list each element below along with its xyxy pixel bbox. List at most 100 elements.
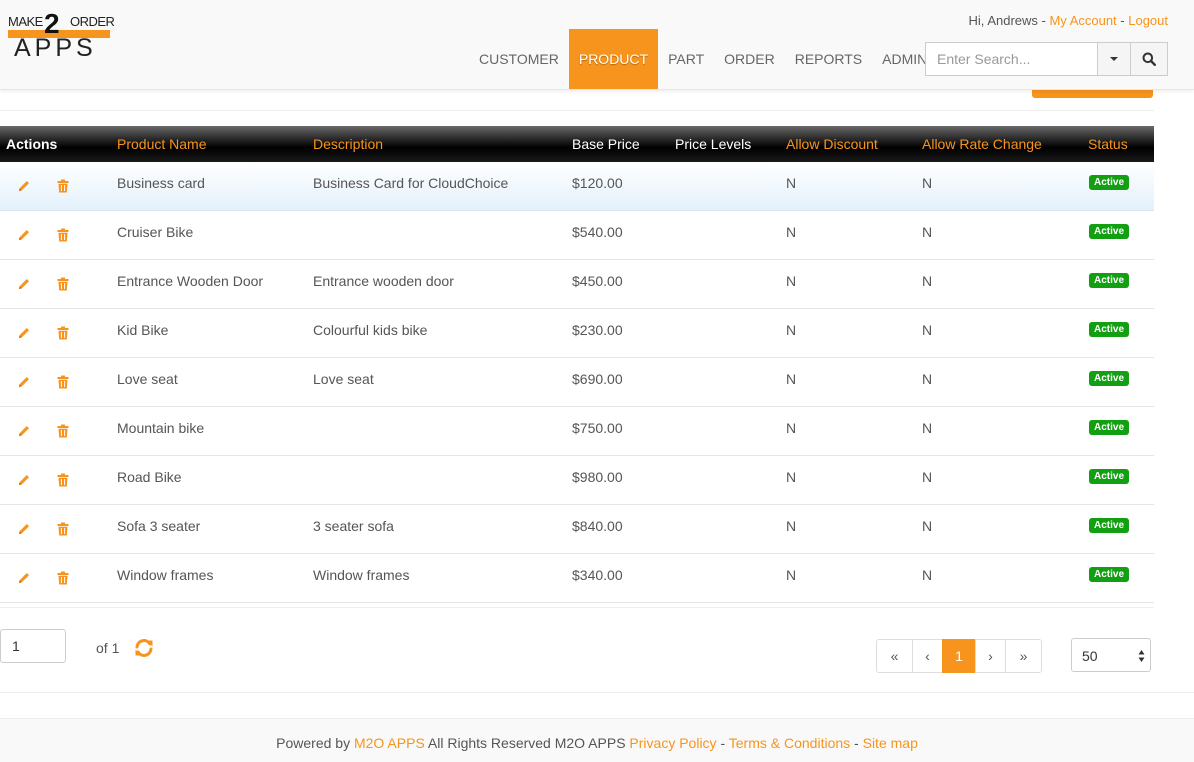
status-badge: Active <box>1089 567 1130 582</box>
trash-icon[interactable] <box>57 571 69 585</box>
first-page-button[interactable]: « <box>876 639 913 673</box>
column-header-price-levels: Price Levels <box>675 136 752 152</box>
base-price-cell: $690.00 <box>572 371 623 387</box>
status-badge: Active <box>1089 518 1130 533</box>
allow-rate-change-cell: N <box>922 224 933 240</box>
separator: - <box>1116 13 1129 28</box>
table-row: Kid Bike Colourful kids bike $230.00 N N… <box>0 309 1154 358</box>
description-cell: Entrance wooden door <box>313 273 454 289</box>
status-badge: Active <box>1089 175 1130 190</box>
trash-icon[interactable] <box>57 424 69 438</box>
pencil-icon[interactable] <box>17 277 31 291</box>
divider <box>0 692 1194 693</box>
footer-brand-link[interactable]: M2O APPS <box>354 735 425 751</box>
logout-link[interactable]: Logout <box>1128 13 1168 28</box>
search-group <box>925 42 1168 76</box>
nav-item-order[interactable]: ORDER <box>714 29 785 89</box>
prev-page-button[interactable]: ‹ <box>912 639 943 673</box>
product-name-cell: Mountain bike <box>117 420 205 436</box>
allow-rate-change-cell: N <box>922 322 933 338</box>
search-button[interactable] <box>1130 43 1167 75</box>
page-number-input[interactable] <box>0 629 66 663</box>
allow-discount-cell: N <box>786 273 797 289</box>
status-badge: Active <box>1089 273 1130 288</box>
base-price-cell: $980.00 <box>572 469 623 485</box>
description-cell: Colourful kids bike <box>313 322 428 338</box>
description-cell: Love seat <box>313 371 374 387</box>
pencil-icon[interactable] <box>17 522 31 536</box>
pencil-icon[interactable] <box>17 571 31 585</box>
nav-item-customer[interactable]: CUSTOMER <box>469 29 569 89</box>
last-page-button[interactable]: » <box>1005 639 1042 673</box>
column-header-product-name[interactable]: Product Name <box>117 126 206 162</box>
next-page-button[interactable]: › <box>975 639 1006 673</box>
search-filter-dropdown[interactable] <box>1097 43 1130 75</box>
trash-icon[interactable] <box>57 522 69 536</box>
trash-icon[interactable] <box>57 473 69 487</box>
status-badge: Active <box>1089 469 1130 484</box>
allow-discount-cell: N <box>786 322 797 338</box>
nav-item-product[interactable]: PRODUCT <box>568 29 659 89</box>
trash-icon[interactable] <box>57 326 69 340</box>
trash-icon[interactable] <box>57 228 69 242</box>
divider <box>0 110 1154 111</box>
trash-icon[interactable] <box>57 375 69 389</box>
column-header-status[interactable]: Status <box>1088 126 1128 162</box>
search-input[interactable] <box>926 43 1097 75</box>
description-cell: 3 seater sofa <box>313 518 394 534</box>
table-header: Actions Product Name Description Base Pr… <box>0 126 1154 162</box>
base-price-cell: $750.00 <box>572 420 623 436</box>
page-footer: Powered by M2O APPS All Rights Reserved … <box>0 718 1194 762</box>
product-name-cell: Cruiser Bike <box>117 224 194 240</box>
allow-rate-change-cell: N <box>922 273 933 289</box>
nav-item-reports[interactable]: REPORTS <box>785 29 872 89</box>
product-name-cell: Kid Bike <box>117 322 169 338</box>
logo-make-text: MAKE <box>8 14 43 29</box>
pencil-icon[interactable] <box>17 375 31 389</box>
page-size-value: 50 <box>1082 648 1098 664</box>
pencil-icon[interactable] <box>17 424 31 438</box>
main-nav: CUSTOMER PRODUCT PART ORDER REPORTS ADMI… <box>469 29 937 89</box>
column-header-actions: Actions <box>6 136 58 152</box>
separator: - <box>716 735 729 751</box>
pencil-icon[interactable] <box>17 179 31 193</box>
base-price-cell: $450.00 <box>572 273 623 289</box>
sitemap-link[interactable]: Site map <box>863 735 918 751</box>
page-size-select[interactable]: 50 <box>1071 638 1151 672</box>
terms-link[interactable]: Terms & Conditions <box>729 735 850 751</box>
base-price-cell: $340.00 <box>572 567 623 583</box>
allow-rate-change-cell: N <box>922 469 933 485</box>
nav-item-part[interactable]: PART <box>658 29 714 89</box>
app-header: MAKE 2 ORDER APPS Hi, Andrews - My Accou… <box>0 0 1194 90</box>
trash-icon[interactable] <box>57 179 69 193</box>
page-count-text: of 1 <box>96 640 120 656</box>
my-account-link[interactable]: My Account <box>1049 13 1116 28</box>
pagination: « ‹ 1 › » <box>876 639 1042 673</box>
page-button-current[interactable]: 1 <box>942 639 976 673</box>
column-header-allow-discount[interactable]: Allow Discount <box>786 126 878 162</box>
table-row: Love seat Love seat $690.00 N N Active <box>0 358 1154 407</box>
privacy-policy-link[interactable]: Privacy Policy <box>629 735 716 751</box>
pencil-icon[interactable] <box>17 473 31 487</box>
footer-powered-by: Powered by <box>276 735 354 751</box>
allow-rate-change-cell: N <box>922 518 933 534</box>
product-name-cell: Road Bike <box>117 469 182 485</box>
trash-icon[interactable] <box>57 277 69 291</box>
column-header-description[interactable]: Description <box>313 126 383 162</box>
pencil-icon[interactable] <box>17 326 31 340</box>
footer-rights-text: All Rights Reserved M2O APPS <box>424 735 630 751</box>
logo-apps-text: APPS <box>14 34 97 62</box>
status-badge: Active <box>1089 420 1130 435</box>
allow-discount-cell: N <box>786 469 797 485</box>
make2order-logo[interactable]: MAKE 2 ORDER APPS <box>8 8 115 62</box>
refresh-icon[interactable] <box>133 637 155 659</box>
pencil-icon[interactable] <box>17 228 31 242</box>
select-arrows-icon <box>1138 650 1145 662</box>
table-row: Business card Business Card for CloudCho… <box>0 162 1154 211</box>
column-header-allow-rate-change[interactable]: Allow Rate Change <box>922 126 1042 162</box>
allow-rate-change-cell: N <box>922 420 933 436</box>
user-greeting: Hi, Andrews <box>968 13 1038 28</box>
table-row: Cruiser Bike $540.00 N N Active <box>0 211 1154 260</box>
table-row: Road Bike $980.00 N N Active <box>0 456 1154 505</box>
table-row: Window frames Window frames $340.00 N N … <box>0 554 1154 603</box>
